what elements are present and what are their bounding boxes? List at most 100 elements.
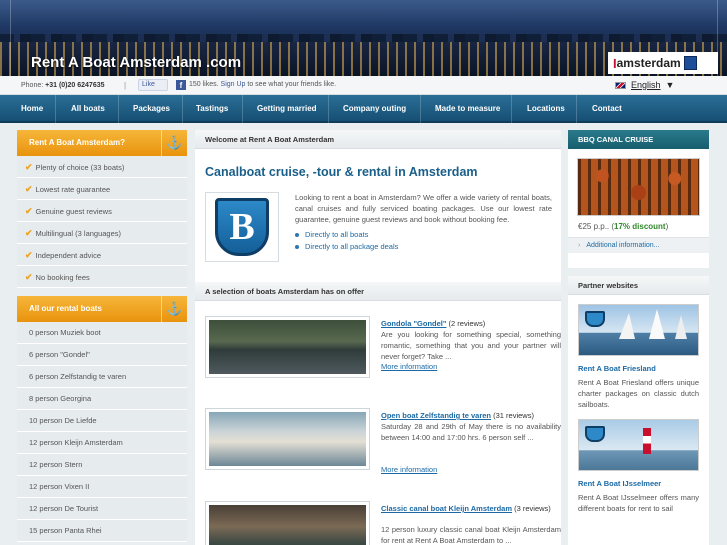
main-content: Welcome at Rent A Boat Amsterdam Canalbo…	[195, 130, 561, 545]
facebook-signup-link[interactable]: Sign Up	[221, 81, 246, 88]
brand-logo: B	[205, 192, 279, 262]
nav-divider	[118, 95, 119, 123]
check-icon: ✔	[25, 206, 33, 216]
sidebar-boat-link[interactable]: 6 person "Gondel"	[17, 344, 187, 366]
nav-divider	[576, 95, 577, 123]
list-item: ✔ Multilingual (3 languages)	[17, 222, 187, 244]
phone-number: +31 (0)20 6247635	[45, 82, 105, 89]
signup-suffix: to see what your friends like.	[247, 81, 337, 88]
boat-description: Are you looking for something special, s…	[381, 330, 561, 361]
bbq-price: €25 p.p.. (17% discount)	[568, 216, 709, 237]
all-boats-link[interactable]: Directly to all boats	[305, 230, 368, 239]
uk-flag-icon	[615, 81, 626, 89]
site-title[interactable]: Rent A Boat Amsterdam .com	[31, 54, 241, 71]
sidebar-boat-link[interactable]: 10 person De Liefde	[17, 410, 187, 432]
nav-contact[interactable]: Contact	[592, 95, 622, 123]
price-text: €25 p.p.. (	[578, 222, 615, 231]
nav-locations[interactable]: Locations	[527, 95, 565, 123]
iamsterdam-logo[interactable]: I amsterdam	[608, 52, 718, 74]
boats-box-header: All our rental boats ⚓	[17, 296, 187, 322]
chevron-down-icon: ▼	[665, 80, 675, 90]
open-boat-photo[interactable]	[205, 408, 370, 470]
sidebar-boat-link[interactable]: 12 person Kleijn Amsterdam	[17, 432, 187, 454]
bullet-icon	[295, 245, 299, 250]
why-item-label: Independent advice	[35, 251, 102, 260]
anchor-icon: ⚓	[161, 130, 187, 156]
sidebar-boat-link[interactable]: 12 person Vixen II	[17, 476, 187, 498]
boat-title: Gondola "Gondel" (2 reviews)	[381, 319, 485, 328]
why-item-label: Lowest rate guarantee	[35, 185, 111, 194]
sidebar-boat-link[interactable]: 6 person Zelfstandig te varen	[17, 366, 187, 388]
boat-description: 12 person luxury classic canal boat Klei…	[381, 525, 561, 545]
check-icon: ✔	[25, 250, 33, 260]
sidebar-boat-link[interactable]: 0 person Muziek boot	[17, 322, 187, 344]
info-bar: Phone: +31 (0)20 6247635 | Like f 150 li…	[0, 76, 727, 95]
partner-title-link[interactable]: Rent A Boat IJsselmeer	[568, 471, 709, 492]
check-icon: ✔	[25, 162, 33, 172]
nav-made-to-measure[interactable]: Made to measure	[435, 95, 500, 123]
sidebar-boat-link[interactable]: 8 person Georgina	[17, 388, 187, 410]
boats-box: All our rental boats ⚓ 0 person Muziek b…	[17, 296, 187, 542]
package-deals-link[interactable]: Directly to all package deals	[305, 242, 398, 251]
page-title: Canalboat cruise, -tour & rental in Amst…	[205, 165, 478, 179]
why-box-title: Rent A Boat Amsterdam?	[29, 138, 126, 147]
nav-divider	[242, 95, 243, 123]
welcome-header: Welcome at Rent A Boat Amsterdam	[195, 130, 561, 149]
bullet-icon	[295, 233, 299, 238]
review-count: (31 reviews)	[493, 411, 534, 420]
nav-divider	[182, 95, 183, 123]
sidebar-boat-link[interactable]: 15 person Panta Rhei	[17, 520, 187, 542]
partner-title-link[interactable]: Rent A Boat Friesland	[568, 356, 709, 377]
why-item-label: Multilingual (3 languages)	[35, 229, 122, 238]
ijsselmeer-photo[interactable]	[578, 419, 699, 471]
nav-home[interactable]: Home	[21, 95, 43, 123]
header-banner: Rent A Boat Amsterdam .com I amsterdam	[0, 0, 727, 76]
facebook-icon: f	[176, 80, 186, 90]
canal-boat-photo[interactable]	[205, 501, 370, 545]
list-item: ✔ No booking fees	[17, 266, 187, 288]
why-box: Rent A Boat Amsterdam? ⚓ ✔ Plenty of choi…	[17, 130, 187, 288]
sidebar-boat-link[interactable]: 12 person De Tourist	[17, 498, 187, 520]
nav-getting-married[interactable]: Getting married	[257, 95, 317, 123]
nav-divider	[511, 95, 512, 123]
list-item: ✔ Genuine guest reviews	[17, 200, 187, 222]
language-selector[interactable]: English ▼	[615, 80, 674, 90]
nav-packages[interactable]: Packages	[133, 95, 170, 123]
offer-header: A selection of boats Amsterdam has on of…	[195, 282, 561, 301]
phone-label: Phone:	[21, 82, 44, 89]
why-item-label: Genuine guest reviews	[35, 207, 112, 216]
list-item: ✔ Lowest rate guarantee	[17, 178, 187, 200]
review-count: (3 reviews)	[514, 504, 551, 513]
anchor-icon: ⚓	[161, 296, 187, 322]
additional-info-link[interactable]: Additional information...	[586, 242, 659, 249]
intro-text: Looking to rent a boat in Amsterdam? We …	[295, 193, 552, 224]
friesland-photo[interactable]	[578, 304, 699, 356]
boat-name-link[interactable]: Gondola "Gondel"	[381, 319, 446, 328]
facebook-likes-text: 150 likes. Sign Up to see what your frie…	[189, 81, 336, 88]
bbq-photo[interactable]	[577, 158, 700, 216]
boat-title: Classic canal boat Kleijn Amsterdam (3 r…	[381, 504, 551, 513]
review-count: (2 reviews)	[448, 319, 486, 328]
bbq-header[interactable]: BBQ CANAL CRUISE	[568, 130, 709, 149]
gondola-photo[interactable]	[205, 316, 370, 378]
discount-badge: 17% discount	[614, 222, 666, 231]
boat-name-link[interactable]: Classic canal boat Kleijn Amsterdam	[381, 504, 512, 513]
more-information-link[interactable]: More information	[381, 465, 437, 474]
nav-all-boats[interactable]: All boats	[71, 95, 105, 123]
nav-company-outing[interactable]: Company outing	[343, 95, 406, 123]
brand-shield-icon: B	[215, 198, 269, 256]
nav-divider	[55, 95, 56, 123]
boats-box-title: All our rental boats	[29, 304, 102, 313]
chevron-right-icon: ›	[578, 242, 581, 249]
main-nav: Home All boats Packages Tastings Getting…	[0, 95, 727, 123]
more-information-link[interactable]: More information	[381, 362, 437, 371]
facebook-like-button[interactable]: Like	[138, 79, 168, 91]
boat-title: Open boat Zelfstandig te varen (31 revie…	[381, 411, 534, 420]
language-label: English	[631, 80, 661, 90]
why-item-label: No booking fees	[35, 273, 90, 282]
price-close: )	[665, 222, 669, 231]
nav-tastings[interactable]: Tastings	[196, 95, 228, 123]
boat-name-link[interactable]: Open boat Zelfstandig te varen	[381, 411, 491, 420]
sidebar-boat-link[interactable]: 12 person Stern	[17, 454, 187, 476]
check-icon: ✔	[25, 228, 33, 238]
